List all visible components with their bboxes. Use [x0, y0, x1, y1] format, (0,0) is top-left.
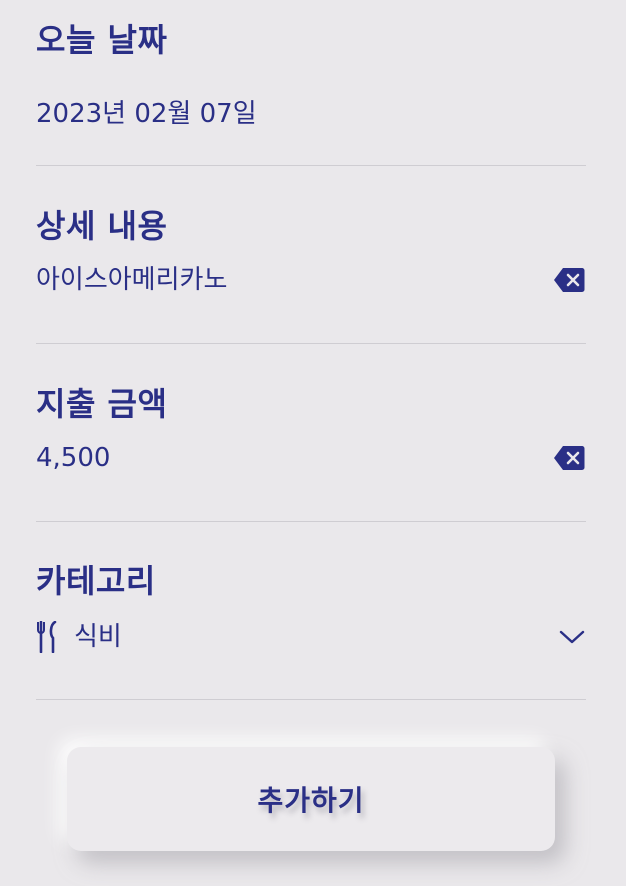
detail-row[interactable]: 아이스아메리카노: [36, 262, 586, 298]
fork-knife-icon: [37, 621, 57, 653]
backspace-x-icon: [554, 446, 585, 470]
divider: [36, 343, 586, 344]
divider: [36, 521, 586, 522]
date-section: 오늘 날짜 2023년 02월 07일: [36, 21, 586, 127]
date-value: 2023년 02월 07일: [36, 99, 257, 129]
date-section-title: 오늘 날짜: [36, 21, 168, 59]
detail-clear-button[interactable]: [552, 266, 586, 294]
detail-section-title: 상세 내용: [36, 207, 168, 245]
category-section-title: 카테고리: [36, 562, 156, 600]
date-row: 2023년 02월 07일: [36, 96, 586, 132]
detail-input[interactable]: 아이스아메리카노: [36, 267, 227, 293]
category-selected: 식비: [36, 621, 122, 653]
amount-clear-button[interactable]: [552, 444, 586, 472]
category-section: 카테고리 식비: [36, 562, 586, 653]
amount-section-title: 지출 금액: [36, 385, 168, 423]
backspace-x-icon: [554, 268, 585, 292]
divider: [36, 699, 586, 700]
divider: [36, 165, 586, 166]
category-select[interactable]: 식비: [36, 619, 586, 655]
amount-section: 지출 금액 4,500: [36, 385, 586, 471]
amount-input[interactable]: 4,500: [36, 445, 110, 471]
chevron-down-icon: [559, 630, 585, 644]
dropdown-toggle[interactable]: [558, 627, 586, 647]
category-value: 식비: [74, 622, 122, 652]
detail-section: 상세 내용 아이스아메리카노: [36, 207, 586, 293]
add-button-label: 추가하기: [257, 784, 365, 817]
amount-row[interactable]: 4,500: [36, 440, 586, 476]
add-button[interactable]: 추가하기: [67, 747, 555, 851]
